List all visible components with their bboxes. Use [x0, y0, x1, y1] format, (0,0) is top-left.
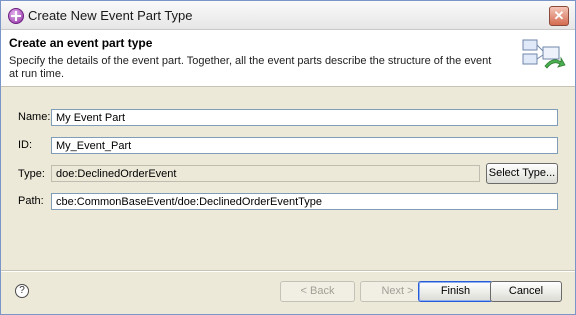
finish-button[interactable]: Finish — [418, 281, 493, 302]
dialog-window: Create New Event Part Type ✕ Create an e… — [0, 0, 576, 315]
back-button[interactable]: < Back — [280, 281, 355, 302]
id-label: ID: — [18, 139, 33, 151]
event-part-icon — [8, 8, 24, 24]
select-type-button[interactable]: Select Type... — [486, 163, 558, 184]
cancel-button[interactable]: Cancel — [490, 281, 562, 302]
wizard-banner: Create an event part type Specify the de… — [1, 30, 575, 87]
type-label: Type: — [18, 168, 45, 180]
title-bar[interactable]: Create New Event Part Type ✕ — [1, 1, 575, 30]
close-button[interactable]: ✕ — [549, 6, 569, 26]
id-field[interactable] — [51, 137, 558, 154]
help-icon[interactable]: ? — [15, 284, 29, 298]
window-title: Create New Event Part Type — [28, 8, 193, 23]
path-label: Path: — [18, 195, 44, 207]
path-field[interactable] — [51, 193, 558, 210]
name-field[interactable] — [51, 109, 558, 126]
footer-separator — [1, 270, 575, 272]
wizard-banner-icon — [522, 39, 566, 69]
page-title: Create an event part type — [9, 36, 153, 50]
type-field — [51, 165, 480, 182]
page-description: Specify the details of the event part. T… — [9, 55, 492, 80]
name-label: Name: — [18, 111, 51, 123]
event-part-form: Name: ID: Type: Select Type... Path: — [1, 87, 575, 267]
